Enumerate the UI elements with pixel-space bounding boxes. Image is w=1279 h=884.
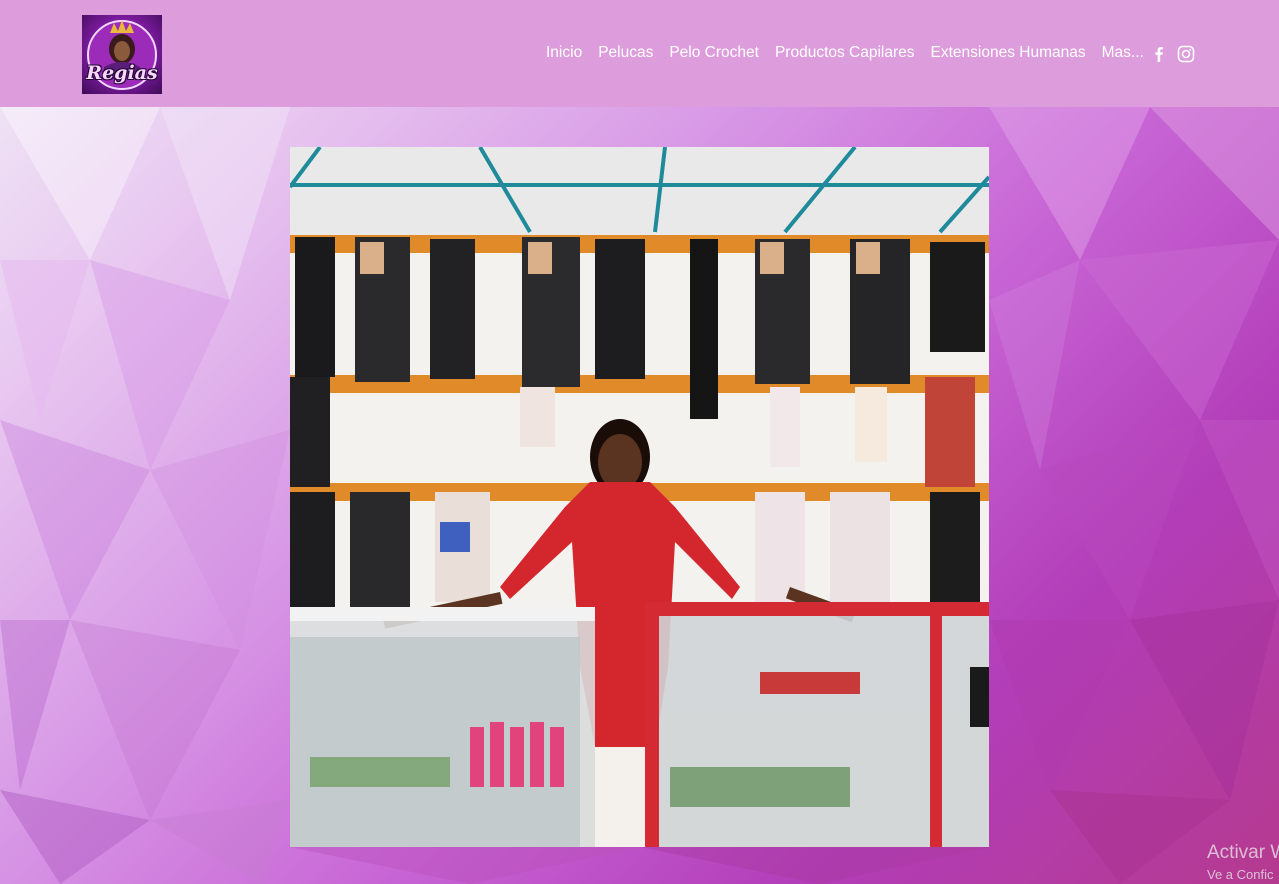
main-navigation: Inicio Pelucas Pelo Crochet Productos Ca… bbox=[546, 42, 1154, 64]
instagram-icon[interactable] bbox=[1177, 45, 1195, 63]
nav-item-extensiones-humanas[interactable]: Extensiones Humanas bbox=[931, 44, 1086, 62]
nav-item-pelo-crochet[interactable]: Pelo Crochet bbox=[669, 44, 759, 62]
ceiling bbox=[290, 147, 989, 237]
store-photo bbox=[290, 147, 989, 847]
watermark-title: Activar W bbox=[1207, 842, 1279, 863]
store-illustration bbox=[290, 147, 989, 847]
nav-item-inicio[interactable]: Inicio bbox=[546, 44, 582, 62]
site-header: Regias Inicio Pelucas Pelo Crochet Produ… bbox=[0, 0, 1279, 107]
watermark-subtitle: Ve a Confic bbox=[1207, 867, 1274, 882]
windows-activation-watermark: Activar W Ve a Confic bbox=[1207, 842, 1279, 884]
nav-item-pelucas[interactable]: Pelucas bbox=[598, 44, 653, 62]
facebook-icon[interactable] bbox=[1150, 45, 1168, 63]
social-links bbox=[1150, 45, 1195, 63]
logo-text: Regias bbox=[86, 62, 158, 84]
nav-item-more[interactable]: Mas... bbox=[1102, 44, 1144, 62]
nav-item-productos-capilares[interactable]: Productos Capilares bbox=[775, 44, 915, 62]
brand-logo[interactable]: Regias bbox=[82, 15, 162, 94]
